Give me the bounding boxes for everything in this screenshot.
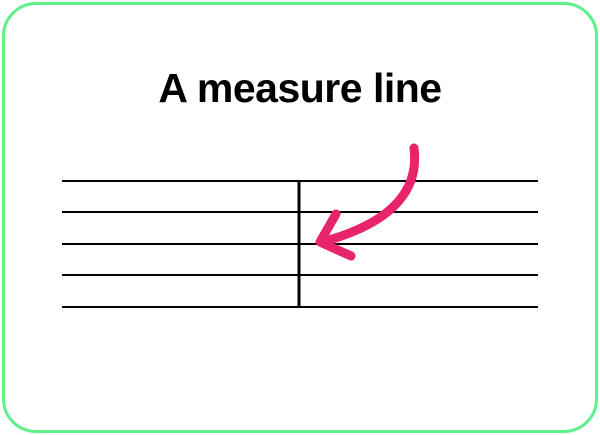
pointer-arrow: [315, 143, 420, 261]
staff-diagram: [62, 143, 538, 308]
arrow-shaft: [317, 143, 420, 247]
